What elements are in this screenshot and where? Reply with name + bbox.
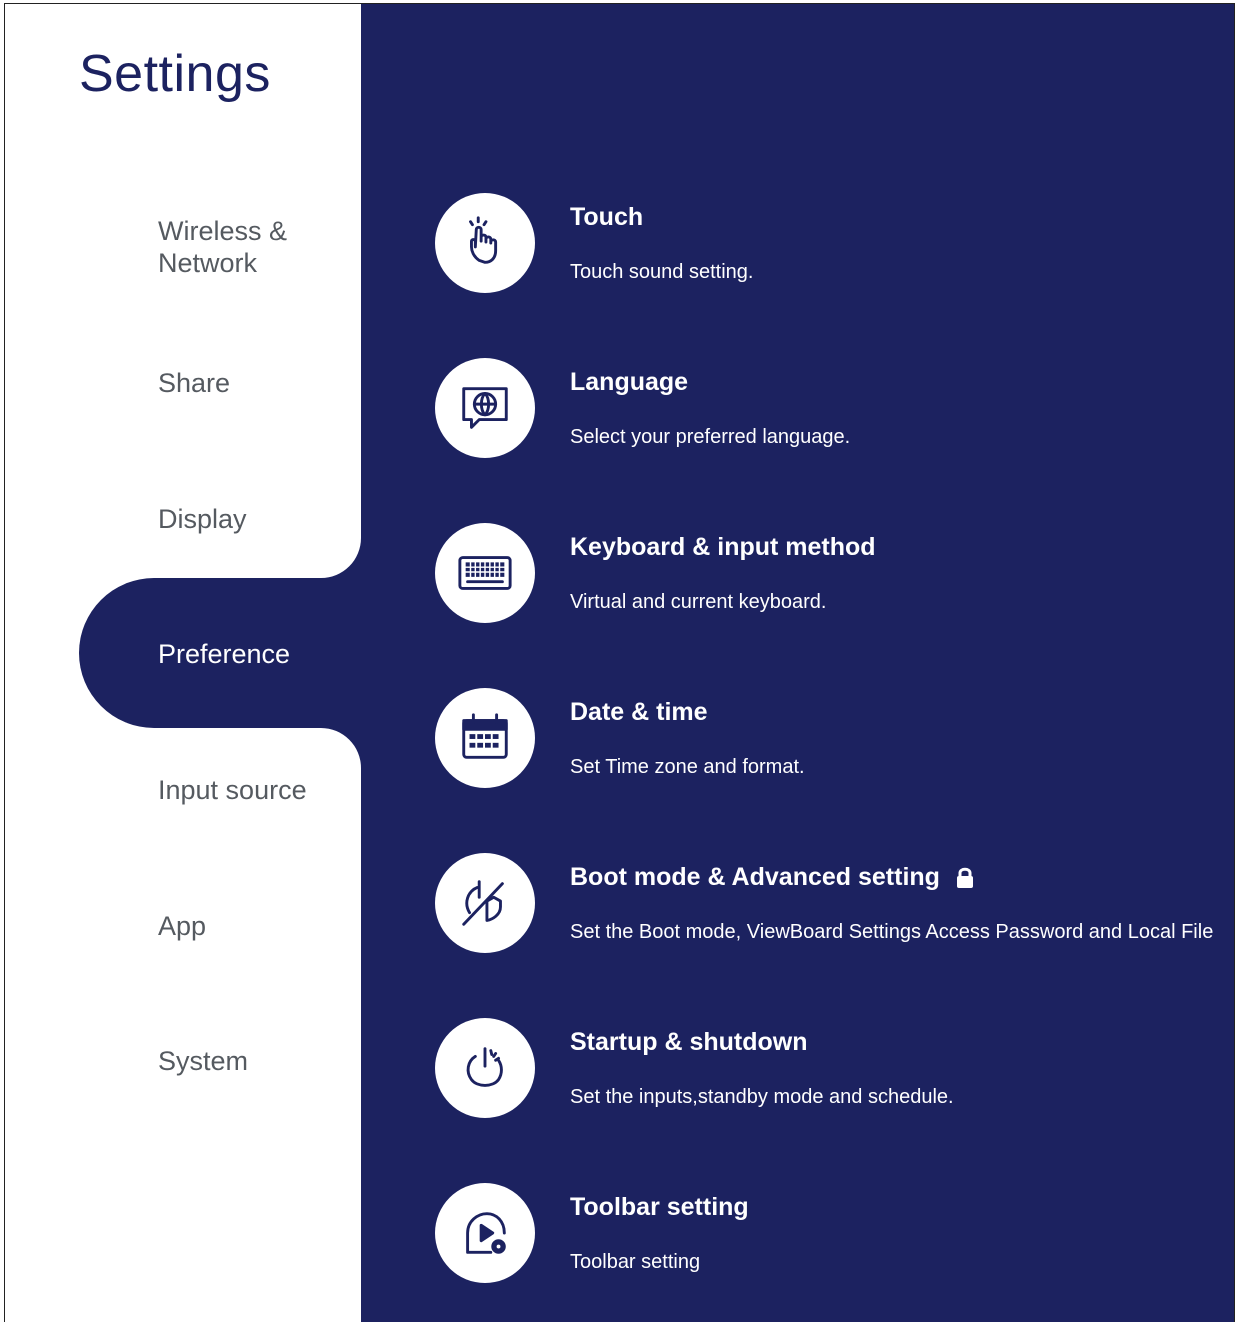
page-title: Settings [79,45,271,103]
sidebar-item-share[interactable]: Share [158,367,230,399]
setting-description: Select your preferred language. [570,426,851,448]
calendar-icon [435,688,535,788]
setting-row-startup-shutdown[interactable]: Startup & shutdown Set the inputs,standb… [435,1018,1234,1128]
sidebar-item-input-source[interactable]: Input source [158,774,307,806]
sidebar-item-preference[interactable]: Preference [158,638,290,670]
settings-sidebar: Settings Wireless & Network Share Displa… [5,4,369,1322]
setting-title-text: Boot mode & Advanced setting [570,863,940,891]
globe-chat-icon [435,358,535,458]
boot-shield-icon [435,853,535,953]
setting-title: Language [570,368,689,396]
sidebar-item-system[interactable]: System [158,1045,248,1077]
setting-title: Keyboard & input method [570,533,876,561]
setting-row-language[interactable]: Language Select your preferred language. [435,358,1234,468]
setting-title: Date & time [570,698,708,726]
setting-title: Toolbar setting [570,1193,749,1221]
setting-description: Touch sound setting. [570,261,754,283]
keyboard-icon [435,523,535,623]
setting-description: Toolbar setting [570,1251,701,1273]
sidebar-item-wireless-network[interactable]: Wireless & Network [158,215,287,279]
touch-hand-icon [435,193,535,293]
setting-description: Set the inputs,standby mode and schedule… [570,1086,954,1108]
setting-row-keyboard[interactable]: Keyboard & input method Virtual and curr… [435,523,1234,633]
settings-window: Settings Wireless & Network Share Displa… [4,3,1235,1322]
setting-title: Boot mode & Advanced setting [570,863,975,892]
lock-icon [956,868,973,889]
sidebar-item-display[interactable]: Display [158,503,247,535]
setting-row-date-time[interactable]: Date & time Set Time zone and format. [435,688,1234,798]
setting-row-touch[interactable]: Touch Touch sound setting. [435,193,1234,303]
setting-description: Set the Boot mode, ViewBoard Settings Ac… [570,921,1214,943]
setting-row-toolbar[interactable]: Toolbar setting Toolbar setting [435,1183,1234,1293]
setting-description: Set Time zone and format. [570,756,805,778]
highlight-curve-top [321,538,361,578]
setting-title: Startup & shutdown [570,1028,808,1056]
setting-description: Virtual and current keyboard. [570,591,827,613]
setting-row-boot-mode[interactable]: Boot mode & Advanced setting Set the Boo… [435,853,1234,963]
setting-title: Touch [570,203,644,231]
power-icon [435,1018,535,1118]
toolbar-play-gear-icon [435,1183,535,1283]
highlight-curve-bottom [321,728,361,768]
sidebar-item-app[interactable]: App [158,910,206,942]
